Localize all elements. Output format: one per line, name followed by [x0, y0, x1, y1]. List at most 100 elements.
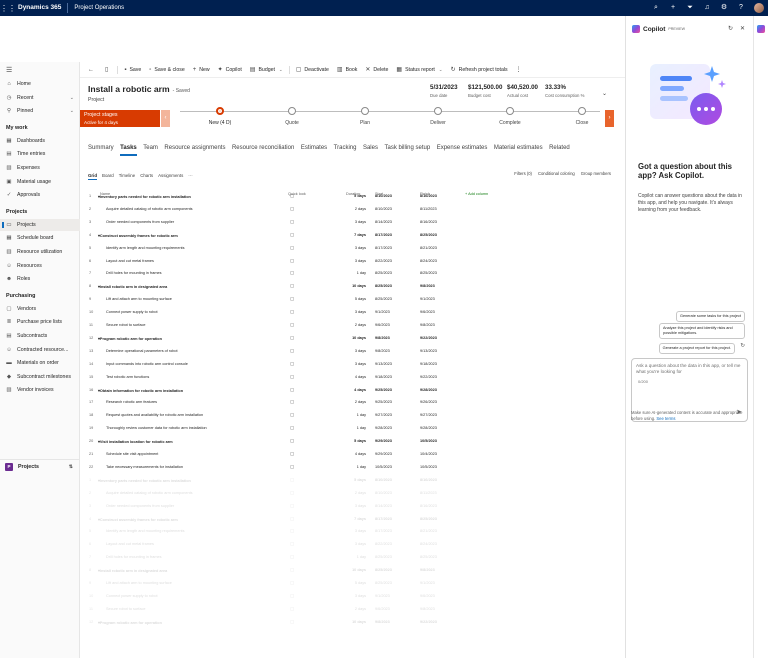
- quick-look-icon[interactable]: ▢: [290, 567, 294, 573]
- add-icon[interactable]: +: [669, 4, 677, 12]
- grid-tool-conditional-coloring[interactable]: Conditional coloring: [538, 171, 575, 176]
- chevron-down-icon[interactable]: ⌄: [70, 108, 74, 114]
- table-row[interactable]: 1 ▾Inventory parts needed for robotic arm…: [80, 190, 625, 203]
- cmd-save-close-button[interactable]: ▫ Save & close: [145, 64, 188, 76]
- task-name[interactable]: Secure robot to surface: [106, 323, 145, 327]
- quick-look-icon[interactable]: ▢: [290, 528, 294, 534]
- nav-item-schedule-board[interactable]: ▦ Schedule board: [0, 232, 80, 244]
- nav-item-subcontracts[interactable]: ▤ Subcontracts: [0, 330, 80, 342]
- grid-tool-filters-0[interactable]: Filters (0): [514, 171, 532, 176]
- task-name[interactable]: Secure robot to surface: [106, 607, 145, 611]
- task-name[interactable]: Request quotes and availability for robo…: [106, 413, 203, 417]
- refresh-suggestions-icon[interactable]: ↻: [740, 343, 745, 349]
- tab-summary[interactable]: Summary: [88, 145, 114, 157]
- quick-look-icon[interactable]: ▢: [290, 477, 294, 483]
- table-row[interactable]: 12 ▾Program robotic arm for operation ▢ 10 …: [80, 616, 625, 629]
- grid-tool-group-members[interactable]: Group members: [581, 171, 611, 176]
- task-name[interactable]: ▾Construct assembly frames for robotic a…: [98, 517, 178, 522]
- quick-look-icon[interactable]: ▢: [290, 619, 294, 625]
- search-icon[interactable]: ⌕: [652, 4, 660, 12]
- table-row[interactable]: 18 Request quotes and availability for ro…: [80, 409, 625, 422]
- chevron-down-icon[interactable]: ⌄: [279, 67, 283, 73]
- quick-look-icon[interactable]: ▢: [290, 399, 294, 405]
- subtab-charts[interactable]: Charts: [140, 173, 153, 178]
- refresh-icon[interactable]: ↻: [728, 25, 733, 32]
- table-row[interactable]: 4 ▾Construct assembly frames for robotic …: [80, 513, 625, 526]
- subtab-assignments[interactable]: Assignments: [158, 173, 183, 178]
- task-name[interactable]: ▾Construct assembly frames for robotic a…: [98, 233, 178, 238]
- bell-icon[interactable]: ♫: [703, 4, 711, 12]
- table-row[interactable]: 5 Identify arm length and mounting requir…: [80, 525, 625, 538]
- nav-item-roles[interactable]: ☻ Roles: [0, 273, 80, 285]
- table-row[interactable]: 19 Thoroughly review customer data for ro…: [80, 422, 625, 435]
- quick-look-icon[interactable]: ▢: [290, 593, 294, 599]
- quick-look-icon[interactable]: ▢: [290, 451, 294, 457]
- cmd-form-button[interactable]: ▯: [101, 64, 115, 76]
- stage-quote[interactable]: Quote: [262, 107, 322, 126]
- quick-look-icon[interactable]: ▢: [290, 503, 294, 509]
- suggestion-project-report[interactable]: Generate a project report for this proje…: [658, 343, 735, 354]
- task-name[interactable]: Acquire detailed catalog of robotic arm …: [106, 207, 193, 211]
- task-name[interactable]: Connect power supply to robot: [106, 594, 158, 598]
- quick-look-icon[interactable]: ▢: [290, 193, 294, 199]
- subtab-more[interactable]: ···: [188, 173, 192, 178]
- table-row[interactable]: 3 Order needed components from supplier ▢ 3…: [80, 500, 625, 513]
- cmd-budget-button[interactable]: ▤ Budget ⌄: [246, 64, 287, 76]
- table-row[interactable]: 11 Secure robot to surface ▢ 2 days 9/6/2023…: [80, 319, 625, 332]
- chevron-down-icon[interactable]: ⌄: [70, 95, 74, 101]
- quick-look-icon[interactable]: ▢: [290, 464, 294, 470]
- task-name[interactable]: Layout and cut metal frames: [106, 542, 154, 546]
- nav-item-contracted-resource[interactable]: ☺ Contracted resource...: [0, 344, 80, 356]
- tab-expense-estimates[interactable]: Expense estimates: [437, 145, 488, 157]
- tab-resource-assignments[interactable]: Resource assignments: [164, 145, 225, 157]
- table-row[interactable]: 13 Determine operational parameters of ro…: [80, 345, 625, 358]
- quick-look-icon[interactable]: ▢: [290, 283, 294, 289]
- nav-item-resources[interactable]: ☺ Resources: [0, 260, 80, 272]
- task-name[interactable]: Identify arm length and mounting require…: [106, 529, 185, 533]
- table-row[interactable]: 8 ▾Install robotic arm in designated area…: [80, 280, 625, 293]
- cmd-book-button[interactable]: ▥ Book: [333, 64, 362, 76]
- task-name[interactable]: Determine operational parameters of robo…: [106, 349, 178, 353]
- task-name[interactable]: Drill holes for mounting in frames: [106, 555, 162, 559]
- table-row[interactable]: 2 Acquire detailed catalog of robotic arm…: [80, 487, 625, 500]
- active-stage-box[interactable]: Project stages Active for 4 days: [80, 110, 160, 127]
- cmd-back-button[interactable]: ←: [84, 64, 101, 76]
- quick-look-icon[interactable]: ▢: [290, 258, 294, 264]
- quick-look-icon[interactable]: ▢: [290, 606, 294, 612]
- task-name[interactable]: Thoroughly review customer data for robo…: [106, 426, 207, 430]
- table-row[interactable]: 17 Research robotic arm features ▢ 2 days 9/…: [80, 396, 625, 409]
- table-row[interactable]: 20 ▾Visit installation location for robot…: [80, 435, 625, 448]
- subtab-timeline[interactable]: Timeline: [119, 173, 135, 178]
- task-name[interactable]: Acquire detailed catalog of robotic arm …: [106, 491, 193, 495]
- table-row[interactable]: 10 Connect power supply to robot ▢ 3 days 9/…: [80, 590, 625, 603]
- quick-look-icon[interactable]: ▢: [290, 490, 294, 496]
- stage-prev-button[interactable]: ‹: [161, 110, 170, 127]
- task-name[interactable]: Schedule site visit appointment: [106, 452, 158, 456]
- suggestion-generate-tasks[interactable]: Generate some tasks for this project: [676, 311, 745, 322]
- table-row[interactable]: 1 ▾Inventory parts needed for robotic arm…: [80, 474, 625, 487]
- nav-item-dashboards[interactable]: ▦ Dashboards: [0, 135, 80, 147]
- task-name[interactable]: Lift and attach arm to mounting surface: [106, 297, 172, 301]
- settings-icon[interactable]: ⚙: [720, 4, 728, 12]
- table-row[interactable]: 12 ▾Program robotic arm for operation ▢ 10 …: [80, 332, 625, 345]
- table-row[interactable]: 7 Drill holes for mounting in frames ▢ 1 da…: [80, 267, 625, 280]
- module-label[interactable]: Project Operations: [68, 5, 124, 11]
- close-icon[interactable]: ✕: [740, 25, 745, 32]
- quick-look-icon[interactable]: ▢: [290, 219, 294, 225]
- nav-item-approvals[interactable]: ✓ Approvals: [0, 189, 80, 201]
- cmd-status-report-button[interactable]: ▦ Status report ⌄: [392, 64, 446, 76]
- quick-look-icon[interactable]: ▢: [290, 387, 294, 393]
- stage-close[interactable]: Close: [552, 107, 612, 126]
- nav-item-subcontract-milestones[interactable]: ◆ Subcontract milestones: [0, 371, 80, 383]
- quick-look-icon[interactable]: ▢: [290, 322, 294, 328]
- stage-plan[interactable]: Plan: [335, 107, 395, 126]
- table-row[interactable]: 14 Input commands into robotic arm contro…: [80, 358, 625, 371]
- cmd-more-button[interactable]: ⋮: [512, 64, 529, 76]
- quick-look-icon[interactable]: ▢: [290, 348, 294, 354]
- task-name[interactable]: ▾Obtain information for robotic arm inst…: [98, 388, 183, 393]
- tab-related[interactable]: Related: [549, 145, 570, 157]
- tab-task-billing-setup[interactable]: Task billing setup: [384, 145, 430, 157]
- quick-look-icon[interactable]: ▢: [290, 309, 294, 315]
- area-switcher[interactable]: P Projects ⇅: [0, 459, 80, 473]
- subtab-grid[interactable]: Grid: [88, 173, 98, 180]
